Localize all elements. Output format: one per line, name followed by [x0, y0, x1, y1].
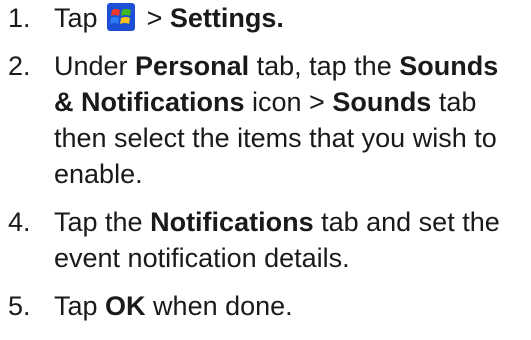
- step-text: Under: [54, 51, 136, 81]
- step-bold-text: Settings.: [169, 3, 284, 33]
- step-bold-text: Personal: [135, 51, 250, 81]
- step-text: Tap: [54, 291, 106, 321]
- step-bold-text: Notifications: [150, 207, 314, 237]
- step-text: when done.: [145, 291, 293, 321]
- step-number: 1.: [8, 3, 31, 33]
- step-text: Tap the: [54, 207, 151, 237]
- step-number: 4.: [8, 207, 31, 237]
- step-number: 5.: [8, 291, 31, 321]
- step-text: icon >: [244, 87, 333, 117]
- step-text: Tap: [54, 3, 98, 33]
- step-4: 4. Tap the Notifications tab and set the…: [0, 204, 531, 276]
- step-bold-text: Sounds: [332, 87, 432, 117]
- instruction-steps: 1. Tap > Settings. 2. Under Personal tab…: [0, 0, 531, 336]
- step-number: 2.: [8, 51, 31, 81]
- step-1: 1. Tap > Settings.: [0, 0, 531, 36]
- step-bold-text: OK: [105, 291, 146, 321]
- step-5: 5. Tap OK when done.: [0, 288, 531, 324]
- step-2: 2. Under Personal tab, tap the Sounds & …: [0, 48, 531, 192]
- step-text: >: [146, 3, 170, 33]
- step-text: tab, tap the: [249, 51, 400, 81]
- windows-start-icon: [107, 3, 136, 31]
